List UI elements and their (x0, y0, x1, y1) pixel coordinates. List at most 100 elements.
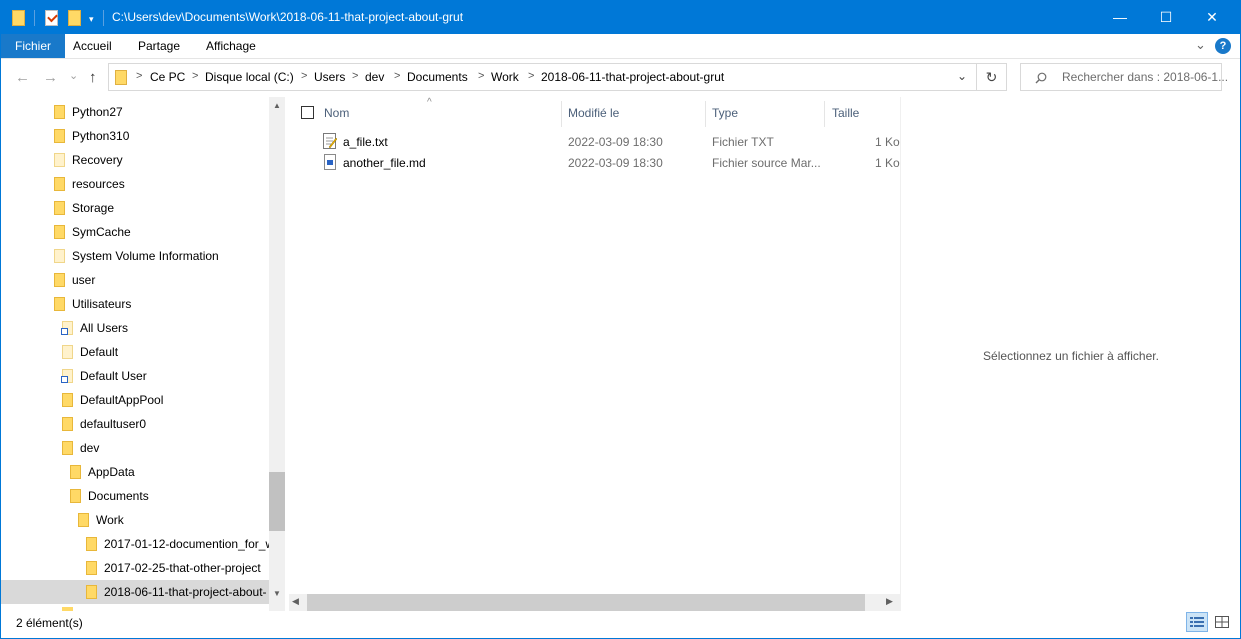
status-bar: 2 élément(s) (1, 611, 1240, 638)
tree-item-2017-02-25[interactable]: 2017-02-25-that-other-project (1, 556, 269, 580)
navigation-scrollbar[interactable]: ▲ ▼ (269, 97, 285, 611)
tree-item-storage[interactable]: Storage (1, 196, 269, 220)
file-list-horizontal-scrollbar[interactable]: ◀ ▶ (289, 594, 900, 611)
folder-icon (62, 441, 73, 455)
tree-item-label: 2017-01-12-documention_for_w (104, 537, 275, 551)
tree-item-python27[interactable]: Python27 (1, 100, 269, 124)
breadcrumb-work[interactable]: Work (491, 70, 519, 84)
tree-item-defaultapppool[interactable]: DefaultAppPool (1, 388, 269, 412)
tree-item-default[interactable]: Default (1, 340, 269, 364)
tree-item-appdata[interactable]: AppData (1, 460, 269, 484)
tree-item-label: All Users (80, 321, 129, 335)
tree-item-label: 2018-06-11-that-project-about- (104, 585, 267, 599)
breadcrumb-separator: > (352, 70, 359, 82)
column-header-label: Type (712, 106, 739, 120)
tree-item-label: user (72, 273, 96, 287)
new-folder-icon[interactable] (68, 9, 82, 27)
tree-item-2017-01-12[interactable]: 2017-01-12-documention_for_w (1, 532, 274, 556)
tree-item-recovery[interactable]: Recovery (1, 148, 269, 172)
address-bar[interactable]: > Ce PC > Disque local (C:) > Users > de… (108, 63, 977, 91)
file-name: another_file.md (343, 156, 426, 170)
tree-item-defaultuser0[interactable]: defaultuser0 (1, 412, 269, 436)
tree-item-documents[interactable]: Documents (1, 484, 269, 508)
tree-item-all-users[interactable]: All Users (1, 316, 269, 340)
item-count: 2 élément(s) (16, 616, 83, 630)
properties-icon[interactable] (45, 9, 59, 27)
folder-icon (86, 561, 97, 575)
tab-affichage[interactable]: Affichage (206, 34, 256, 58)
breadcrumb-documents[interactable]: Documents (407, 70, 468, 84)
tree-item-label: 2017-02-25-that-other-project (104, 561, 261, 575)
preview-message: Sélectionnez un fichier à afficher. (983, 349, 1159, 363)
address-dropdown-chevron-icon[interactable]: ⌄ (957, 69, 967, 83)
tree-item-default-user[interactable]: Default User (1, 364, 269, 388)
forward-arrow-icon[interactable]: → (43, 69, 58, 86)
tab-accueil[interactable]: Accueil (73, 34, 112, 58)
tree-item-label: dev (80, 441, 100, 455)
breadcrumb-ce-pc[interactable]: Ce PC (150, 70, 185, 84)
tree-item-label: Python310 (72, 129, 130, 143)
folder-icon (54, 177, 65, 191)
folder-icon (86, 537, 97, 551)
tree-item-user[interactable]: user (1, 268, 269, 292)
scroll-up-arrow-icon[interactable]: ▲ (269, 101, 285, 110)
tree-item-resources[interactable]: resources (1, 172, 269, 196)
breadcrumb-users[interactable]: Users (314, 70, 345, 84)
file-row[interactable]: another_file.md 2022-03-09 18:30 Fichier… (289, 152, 900, 173)
search-placeholder: Rechercher dans : 2018-06-1... (1062, 70, 1229, 84)
column-header-label: Modifié le (568, 106, 620, 120)
breadcrumb-disque-local[interactable]: Disque local (C:) (205, 70, 294, 84)
tree-item-2018-06-11-selected[interactable]: 2018-06-11-that-project-about- (1, 580, 269, 604)
refresh-button[interactable]: ↻ (977, 63, 1007, 91)
column-header-size[interactable]: Taille (825, 97, 900, 127)
column-header-modified[interactable]: Modifié le (562, 97, 705, 127)
tree-item-utilisateurs[interactable]: Utilisateurs (1, 292, 269, 316)
select-all-checkbox[interactable] (301, 106, 314, 119)
search-box[interactable]: Rechercher dans : 2018-06-1... (1020, 63, 1228, 91)
breadcrumb-separator: > (301, 70, 308, 82)
breadcrumb-current-folder[interactable]: 2018-06-11-that-project-about-grut (541, 70, 724, 84)
scrollbar-thumb[interactable] (307, 594, 865, 611)
column-header-type[interactable]: Type (706, 97, 824, 127)
tree-item-work[interactable]: Work (1, 508, 269, 532)
file-type: Fichier TXT (712, 135, 774, 149)
help-icon[interactable]: ? (1215, 38, 1231, 54)
scroll-down-arrow-icon[interactable]: ▼ (269, 589, 285, 598)
tree-item-label: Python27 (72, 105, 123, 119)
maximize-button[interactable]: ☐ (1143, 0, 1189, 34)
recent-locations-chevron-icon[interactable]: ⌄ (69, 69, 78, 82)
up-arrow-icon[interactable]: ↑ (89, 69, 97, 86)
back-arrow-icon[interactable]: ← (15, 69, 30, 86)
scrollbar-thumb[interactable] (269, 472, 285, 531)
tree-item-label: SymCache (72, 225, 131, 239)
file-row[interactable]: a_file.txt 2022-03-09 18:30 Fichier TXT … (289, 131, 900, 152)
file-modified: 2022-03-09 18:30 (568, 156, 663, 170)
tree-item-label: System Volume Information (72, 249, 219, 263)
tree-item-dev[interactable]: dev (1, 436, 269, 460)
large-icons-view-button[interactable] (1211, 612, 1233, 632)
tab-partage[interactable]: Partage (138, 34, 180, 58)
tree-item-python310[interactable]: Python310 (1, 124, 269, 148)
minimize-button[interactable]: — (1097, 0, 1143, 34)
breadcrumb-separator: > (478, 70, 485, 82)
file-list: ^ Nom Modifié le Type Taille a_file.txt … (289, 97, 900, 611)
column-header-name[interactable]: Nom (317, 97, 561, 127)
tree-item-system-volume-information[interactable]: System Volume Information (1, 244, 269, 268)
details-view-button[interactable] (1186, 612, 1208, 632)
scroll-left-arrow-icon[interactable]: ◀ (292, 596, 299, 607)
shortcut-folder-icon (61, 321, 73, 335)
file-name: a_file.txt (343, 135, 388, 149)
tree-item-label: AppData (88, 465, 135, 479)
folder-icon (115, 70, 127, 85)
window-title: C:\Users\dev\Documents\Work\2018-06-11-t… (112, 10, 464, 24)
breadcrumb-separator: > (136, 70, 143, 82)
scroll-right-arrow-icon[interactable]: ▶ (886, 596, 893, 607)
ribbon-tabs: Fichier Accueil Partage Affichage ⌄ ? (1, 34, 1240, 59)
close-button[interactable]: ✕ (1189, 0, 1235, 34)
breadcrumb-dev[interactable]: dev (365, 70, 384, 84)
customize-toolbar-chevron-icon[interactable]: ▾ (89, 14, 94, 25)
tree-item-symcache[interactable]: SymCache (1, 220, 269, 244)
expand-ribbon-chevron-icon[interactable]: ⌄ (1195, 37, 1206, 53)
tab-fichier[interactable]: Fichier (1, 34, 66, 58)
file-modified: 2022-03-09 18:30 (568, 135, 663, 149)
